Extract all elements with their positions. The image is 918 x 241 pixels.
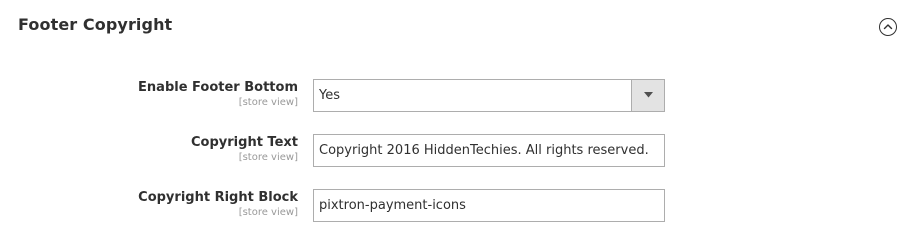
- field-row-copyright-right-block: Copyright Right Block [store view] pixtr…: [0, 188, 918, 228]
- field-label-enable-footer-bottom: Enable Footer Bottom [store view]: [18, 80, 298, 109]
- copyright-text-input[interactable]: Copyright 2016 HiddenTechies. All rights…: [313, 134, 665, 167]
- section-title: Footer Copyright: [18, 15, 173, 34]
- field-row-copyright-text: Copyright Text [store view] Copyright 20…: [0, 133, 918, 173]
- field-label-text: Copyright Right Block: [138, 190, 298, 205]
- field-label-text: Enable Footer Bottom: [138, 80, 298, 95]
- field-label-copyright-right-block: Copyright Right Block [store view]: [18, 190, 298, 219]
- field-row-enable-footer-bottom: Enable Footer Bottom [store view] Yes: [0, 78, 918, 118]
- field-label-text: Copyright Text: [191, 135, 298, 150]
- field-scope: [store view]: [238, 152, 298, 163]
- copyright-right-block-input[interactable]: pixtron-payment-icons: [313, 189, 665, 222]
- input-value: pixtron-payment-icons: [319, 198, 466, 213]
- input-value: Copyright 2016 HiddenTechies. All rights…: [319, 143, 649, 158]
- select-value: Yes: [319, 88, 340, 103]
- field-scope: [store view]: [238, 207, 298, 218]
- chevron-up-circle-icon[interactable]: [879, 18, 897, 36]
- field-scope: [store view]: [238, 97, 298, 108]
- enable-footer-bottom-select[interactable]: Yes: [313, 79, 665, 112]
- field-label-copyright-text: Copyright Text [store view]: [18, 135, 298, 164]
- section-header[interactable]: Footer Copyright: [0, 0, 918, 52]
- chevron-down-icon[interactable]: [631, 80, 664, 111]
